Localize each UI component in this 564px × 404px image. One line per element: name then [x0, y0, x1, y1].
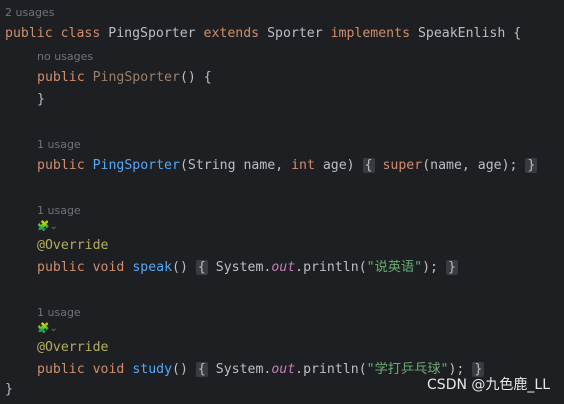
open-brace: {: [513, 26, 522, 41]
keyword-public: public: [5, 26, 53, 41]
constructor-declaration[interactable]: public PingSporter() {: [37, 69, 212, 87]
override-icon[interactable]: 🧩⌄: [37, 221, 58, 233]
super-call-args: (name, age);: [422, 158, 518, 173]
annotation-line: @Override: [37, 339, 108, 357]
usages-hint[interactable]: 1 usage: [37, 306, 81, 320]
interface-name: SpeakEnlish: [417, 26, 506, 41]
class-declaration[interactable]: public class PingSporter extends Sporter…: [5, 25, 521, 43]
override-annotation: @Override: [37, 340, 109, 355]
out-field: out: [271, 260, 296, 275]
keyword-super: super: [382, 158, 423, 173]
fold-brace-close: }: [447, 260, 456, 275]
system-class: System.: [215, 260, 272, 275]
keyword-void: void: [92, 260, 125, 275]
constructor-name: PingSporter: [92, 158, 180, 173]
fold-brace-open: {: [197, 260, 206, 275]
constructor-params: () {: [179, 70, 212, 85]
keyword-int: int: [291, 158, 315, 173]
folded-body-open[interactable]: {: [362, 158, 375, 173]
method-parens: (): [172, 260, 188, 275]
usages-hint[interactable]: 1 usage: [37, 204, 81, 218]
method-declaration[interactable]: public void study() { System.out.println…: [37, 361, 485, 379]
keyword-public: public: [37, 70, 85, 85]
method-name: speak: [132, 260, 173, 275]
fold-brace-open: {: [364, 158, 373, 173]
keyword-extends: extends: [203, 26, 260, 41]
fold-brace-open: {: [197, 362, 206, 377]
constructor-name-unused: PingSporter: [92, 70, 180, 85]
keyword-implements: implements: [330, 26, 411, 41]
close-brace-line: }: [37, 91, 45, 109]
annotation-line: @Override: [37, 237, 108, 255]
close-brace: }: [37, 92, 45, 107]
method-declaration[interactable]: public void speak() { System.out.println…: [37, 259, 458, 277]
println-call: .println(: [295, 362, 367, 377]
usages-hint[interactable]: 2 usages: [5, 6, 54, 20]
usages-hint[interactable]: no usages: [37, 50, 93, 64]
constructor-params-end: age): [314, 158, 355, 173]
usages-hint[interactable]: 1 usage: [37, 138, 81, 152]
out-field: out: [271, 362, 296, 377]
class-name: PingSporter: [108, 26, 196, 41]
keyword-public: public: [37, 362, 85, 377]
folded-body-close[interactable]: }: [525, 158, 538, 173]
keyword-public: public: [37, 260, 85, 275]
string-literal: "说英语": [366, 260, 423, 275]
class-close-line: }: [5, 381, 13, 399]
folded-body-close[interactable]: }: [445, 260, 458, 275]
keyword-class: class: [60, 26, 101, 41]
super-class-name: Sporter: [267, 26, 323, 41]
folded-body-open[interactable]: {: [195, 260, 208, 275]
method-parens: (): [172, 362, 188, 377]
class-close-brace: }: [5, 382, 13, 397]
statement-end: );: [422, 260, 438, 275]
code-editor[interactable]: 2 usages public class PingSporter extend…: [0, 0, 564, 404]
keyword-public: public: [37, 158, 85, 173]
println-call: .println(: [295, 260, 367, 275]
keyword-void: void: [92, 362, 125, 377]
override-annotation: @Override: [37, 238, 109, 253]
constructor-params-start: (String name,: [179, 158, 292, 173]
constructor-declaration[interactable]: public PingSporter(String name, int age)…: [37, 157, 538, 175]
folded-body-open[interactable]: {: [195, 362, 208, 377]
method-name: study: [132, 362, 173, 377]
fold-brace-close: }: [527, 158, 536, 173]
override-icon[interactable]: 🧩⌄: [37, 323, 58, 335]
system-class: System.: [215, 362, 272, 377]
csdn-watermark: CSDN @九色鹿_LL: [427, 377, 550, 393]
